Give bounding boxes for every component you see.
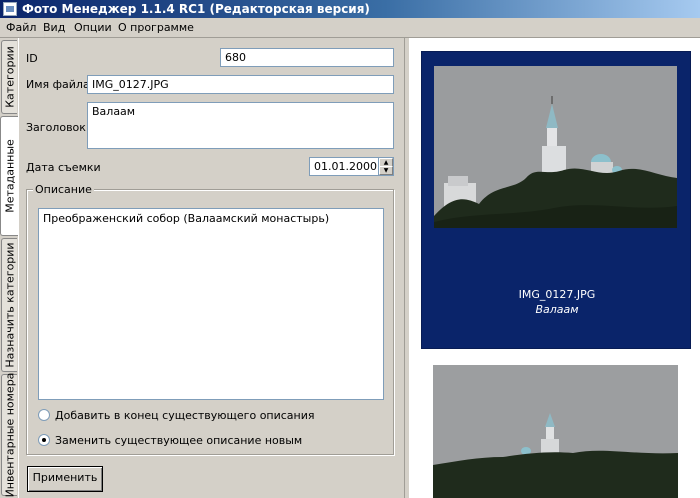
tab-assign-categories-label: Назначить категории bbox=[3, 242, 16, 368]
date-spinner: ▲ ▼ bbox=[378, 158, 393, 175]
description-group-title: Описание bbox=[33, 183, 94, 196]
photo-monastery bbox=[434, 66, 677, 228]
title-label: Заголовок bbox=[26, 121, 86, 134]
menu-file[interactable]: Файл bbox=[6, 21, 36, 34]
radio-append-label[interactable]: Добавить в конец существующего описания bbox=[55, 409, 315, 422]
tab-assign-categories[interactable]: Назначить категории bbox=[1, 238, 17, 372]
window-title: Фото Менеджер 1.1.4 RC1 (Редакторская ве… bbox=[22, 2, 370, 16]
photo-image bbox=[434, 66, 677, 228]
tab-categories-label: Категории bbox=[3, 46, 16, 108]
thumbnail-item[interactable]: IMG_0127.JPG Валаам bbox=[421, 51, 691, 349]
menu-options[interactable]: Опции bbox=[74, 21, 112, 34]
radio-replace-dot bbox=[42, 438, 46, 442]
tab-metadata-label: Метаданные bbox=[3, 139, 16, 213]
spin-down-button[interactable]: ▼ bbox=[379, 166, 393, 175]
menu-view[interactable]: Вид bbox=[43, 21, 65, 34]
thumbnail-title: Валаам bbox=[535, 303, 579, 316]
date-value: 01.01.2000 bbox=[314, 160, 377, 173]
app-icon bbox=[3, 2, 17, 16]
title-field[interactable]: Валаам bbox=[87, 102, 394, 149]
menu-bar: Файл Вид Опции О программе bbox=[0, 18, 700, 38]
tab-inventory-numbers[interactable]: Инвентарные номера bbox=[1, 372, 17, 498]
metadata-panel: ID 680 Имя файла IMG_0127.JPG Заголовок … bbox=[18, 38, 404, 498]
id-field[interactable]: 680 bbox=[220, 48, 394, 67]
tab-metadata[interactable]: Метаданные bbox=[0, 116, 18, 236]
thumbnail-filename: IMG_0127.JPG bbox=[518, 288, 596, 301]
photo-monastery-2 bbox=[433, 365, 678, 498]
radio-replace-label[interactable]: Заменить существующее описание новым bbox=[55, 434, 302, 447]
tab-categories[interactable]: Категории bbox=[1, 40, 17, 114]
apply-button[interactable]: Применить bbox=[27, 466, 103, 492]
thumbnail-item-2[interactable] bbox=[433, 365, 678, 498]
title-bar: Фото Менеджер 1.1.4 RC1 (Редакторская ве… bbox=[0, 0, 700, 18]
filename-field[interactable]: IMG_0127.JPG bbox=[87, 75, 394, 94]
thumbnail-list[interactable]: IMG_0127.JPG Валаам bbox=[410, 38, 700, 498]
radio-replace[interactable] bbox=[38, 434, 50, 446]
radio-append[interactable] bbox=[38, 409, 50, 421]
description-textarea[interactable]: Преображенский собор (Валаамский монасты… bbox=[38, 208, 384, 400]
tab-inventory-numbers-label: Инвентарные номера bbox=[3, 372, 16, 498]
side-tabs: Категории Метаданные Назначить категории… bbox=[0, 38, 18, 498]
filename-label: Имя файла bbox=[26, 78, 90, 91]
id-label: ID bbox=[26, 52, 38, 65]
menu-about[interactable]: О программе bbox=[118, 21, 194, 34]
date-label: Дата съемки bbox=[26, 161, 101, 174]
